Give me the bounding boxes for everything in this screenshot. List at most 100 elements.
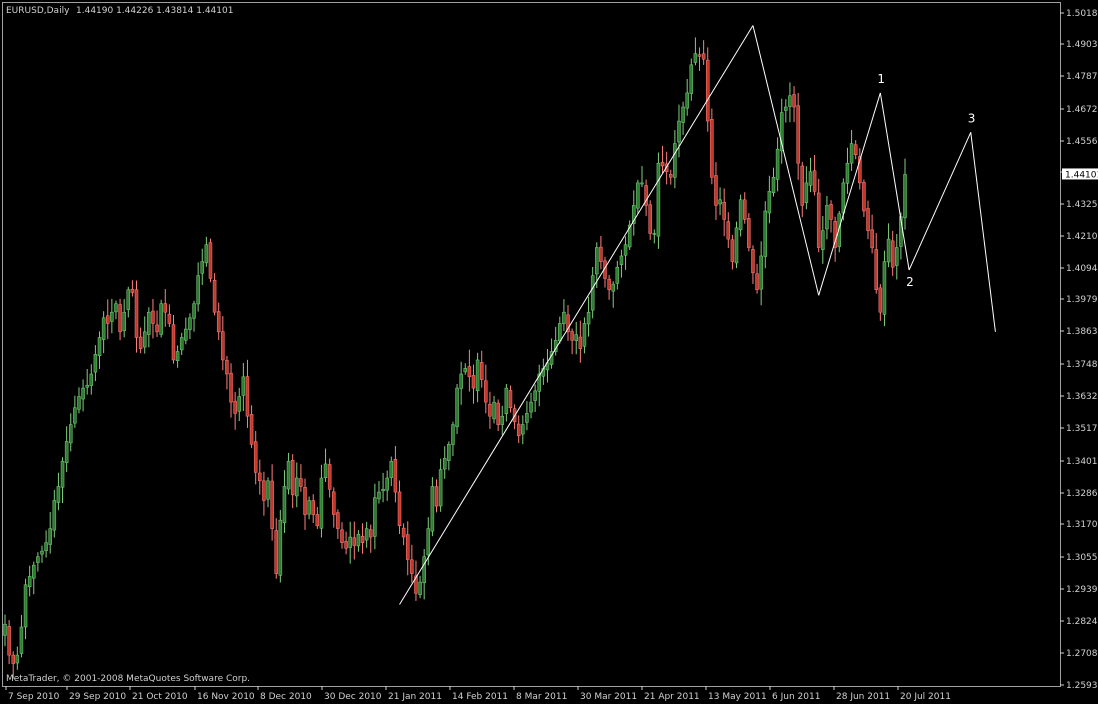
candle-body — [307, 500, 311, 515]
candle-body — [410, 559, 414, 574]
candle-body — [138, 336, 143, 349]
candle-body — [882, 261, 887, 315]
candle-body — [660, 161, 665, 167]
candle-body — [7, 626, 11, 656]
candle-body — [853, 144, 858, 156]
candle-body — [89, 373, 94, 386]
candle-body — [808, 171, 813, 186]
candle — [159, 299, 163, 338]
candle-body — [422, 556, 426, 584]
x-tick-label: 30 Mar 2011 — [580, 692, 637, 702]
candle-body — [348, 536, 352, 548]
x-tick-label: 29 Sep 2010 — [69, 692, 126, 702]
candle-body — [890, 240, 895, 268]
candle-body — [726, 221, 731, 240]
candle-body — [155, 324, 159, 333]
x-tick-label: 20 Jul 2011 — [900, 692, 951, 702]
candle-body — [455, 387, 459, 428]
candle-body — [669, 174, 673, 178]
candle-body — [36, 556, 40, 563]
y-tick-label: 1.46720 — [1066, 105, 1098, 115]
candle-body — [673, 143, 677, 178]
current-price-marker: 1.44101 — [1062, 168, 1098, 180]
candle-body — [319, 477, 324, 529]
x-tick-label: 21 Jan 2011 — [388, 692, 442, 702]
candle-body — [77, 396, 81, 410]
candle-body — [451, 424, 455, 445]
candle-body — [245, 376, 250, 417]
y-tick-label: 1.35170 — [1066, 424, 1098, 434]
candle-body — [426, 528, 431, 556]
candle-body — [570, 331, 574, 341]
candle-body — [759, 255, 763, 290]
candle-body — [208, 242, 213, 279]
y-tick-label: 1.30555 — [1066, 553, 1098, 563]
candle-body — [270, 480, 274, 529]
candle-body — [332, 491, 336, 515]
candle-body — [771, 177, 776, 193]
candle-body — [56, 486, 61, 503]
candle-body — [315, 514, 320, 527]
candle-body — [122, 311, 126, 332]
candle-body — [360, 536, 365, 543]
candle-body — [11, 654, 15, 664]
candle — [656, 152, 661, 249]
candle-body — [278, 519, 283, 576]
y-tick-label: 1.38635 — [1066, 327, 1098, 337]
candle-body — [870, 229, 874, 248]
candle-body — [69, 424, 73, 444]
candle-body — [747, 218, 751, 248]
y-tick-label: 1.36325 — [1066, 392, 1098, 402]
candle-body — [237, 396, 241, 412]
y-tick-label: 1.34015 — [1066, 457, 1098, 467]
candle-body — [467, 366, 472, 378]
candle-body — [389, 460, 394, 478]
candle-body — [751, 249, 755, 274]
y-tick-label: 1.25930 — [1066, 681, 1098, 691]
x-tick-label: 30 Dec 2010 — [324, 692, 382, 702]
candle-body — [755, 273, 759, 290]
candle-body — [397, 491, 402, 527]
x-tick-label: 6 Jun 2011 — [772, 692, 820, 702]
candle-body — [784, 106, 788, 111]
candle — [208, 238, 213, 283]
price-chart[interactable]: 1 2 3 1.50185 1.49030 1.47875 1.46720 1.45565 1… — [0, 0, 1098, 704]
current-price-label: 1.44101 — [1065, 170, 1098, 180]
candle-body — [401, 527, 406, 538]
candle-body — [48, 528, 52, 545]
candle-body — [147, 311, 151, 335]
candle-body — [529, 401, 533, 413]
candle-body — [578, 336, 583, 349]
candle-body — [595, 247, 599, 275]
x-tick-label: 8 Mar 2011 — [516, 692, 567, 702]
candle-body — [677, 120, 681, 143]
candle-body — [142, 331, 147, 348]
candle-body — [405, 534, 410, 560]
candle-body — [689, 64, 694, 94]
y-tick-label: 1.47875 — [1066, 72, 1098, 82]
candle-body — [681, 106, 685, 123]
candle-body — [525, 413, 529, 423]
candle-body — [299, 478, 303, 487]
candle-body — [619, 255, 624, 265]
candle-body — [311, 500, 315, 515]
candle-body — [105, 315, 110, 324]
candle-body — [93, 354, 98, 373]
candle-body — [32, 564, 36, 579]
candle-body — [290, 460, 295, 496]
ohlc-readout: 1.44190 1.44226 1.43814 1.44101 — [76, 6, 233, 16]
candle — [734, 221, 739, 269]
candle-body — [266, 480, 270, 500]
candle-body — [40, 550, 44, 555]
candle-body — [369, 529, 373, 538]
candle-body — [126, 289, 131, 310]
pattern-point-label: 1 — [877, 72, 885, 86]
y-tick-label: 1.39790 — [1066, 295, 1098, 305]
candle-body — [15, 654, 20, 664]
candle-body — [693, 53, 698, 63]
candle-body — [438, 469, 443, 507]
candle-body — [574, 334, 578, 341]
candle-body — [3, 623, 7, 636]
candle-body — [463, 368, 468, 373]
candle-body — [788, 95, 792, 107]
